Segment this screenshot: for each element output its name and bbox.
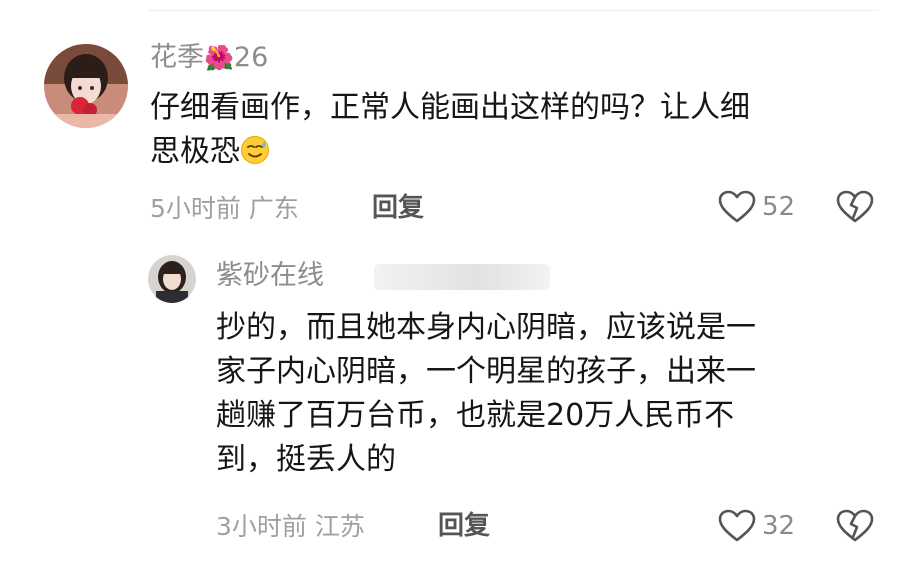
- heart-outline-icon: [718, 190, 756, 223]
- reply-text-line: 到，挺丢人的: [216, 442, 396, 477]
- broken-heart-icon: [836, 190, 874, 223]
- top-divider: [148, 10, 878, 11]
- comment-text-line: 仔细看画作，正常人能画出这样的吗？让人细: [150, 90, 750, 125]
- comment-location: 广东: [248, 194, 299, 223]
- reply-location: 江苏: [314, 512, 365, 541]
- reply-text: 抄的，而且她本身内心阴暗，应该说是一 家子内心阴暗，一个明星的孩子，出来一 趟赚…: [216, 306, 896, 482]
- avatar-image: [148, 255, 196, 303]
- reply-button[interactable]: 回复: [372, 195, 424, 221]
- reply-meta: 3小时前 江苏: [216, 514, 365, 539]
- reply-avatar[interactable]: [148, 255, 196, 303]
- username-suffix: 26: [233, 42, 269, 73]
- comment-time: 5小时前: [150, 194, 241, 223]
- username-text: 花季: [150, 42, 204, 73]
- reply-time: 3小时前: [216, 512, 307, 541]
- reply-text-line: 家子内心阴暗，一个明星的孩子，出来一: [216, 354, 756, 389]
- comment-text-line: 思极恐: [150, 134, 240, 169]
- like-button[interactable]: 52: [718, 190, 795, 224]
- reply-reply-button[interactable]: 回复: [438, 513, 490, 539]
- heart-outline-icon: [718, 509, 756, 542]
- reply-text-line: 趟赚了百万台币，也就是20万人民币不: [216, 398, 735, 433]
- like-count: 52: [762, 192, 796, 222]
- broken-heart-icon: [836, 509, 874, 542]
- avatar[interactable]: [44, 44, 128, 128]
- dislike-button[interactable]: [836, 190, 874, 224]
- reply-text-line: 抄的，而且她本身内心阴暗，应该说是一: [216, 310, 756, 345]
- reply-like-button[interactable]: 32: [718, 509, 795, 543]
- hibiscus-emoji-icon: 🌺: [204, 44, 234, 72]
- user-badge: [374, 264, 550, 290]
- reply-username[interactable]: 紫砂在线: [216, 262, 324, 289]
- reply-like-count: 32: [762, 511, 796, 541]
- reply-username-text: 紫砂在线: [216, 260, 324, 291]
- comment-meta: 5小时前 广东: [150, 196, 299, 221]
- username[interactable]: 花季🌺26: [150, 44, 268, 71]
- sweat-smile-emoji-icon: [240, 135, 270, 165]
- avatar-image: [44, 44, 128, 128]
- comment-text: 仔细看画作，正常人能画出这样的吗？让人细 思极恐: [150, 86, 890, 174]
- comment-text-line-2: 思极恐: [150, 130, 890, 174]
- reply-dislike-button[interactable]: [836, 509, 874, 543]
